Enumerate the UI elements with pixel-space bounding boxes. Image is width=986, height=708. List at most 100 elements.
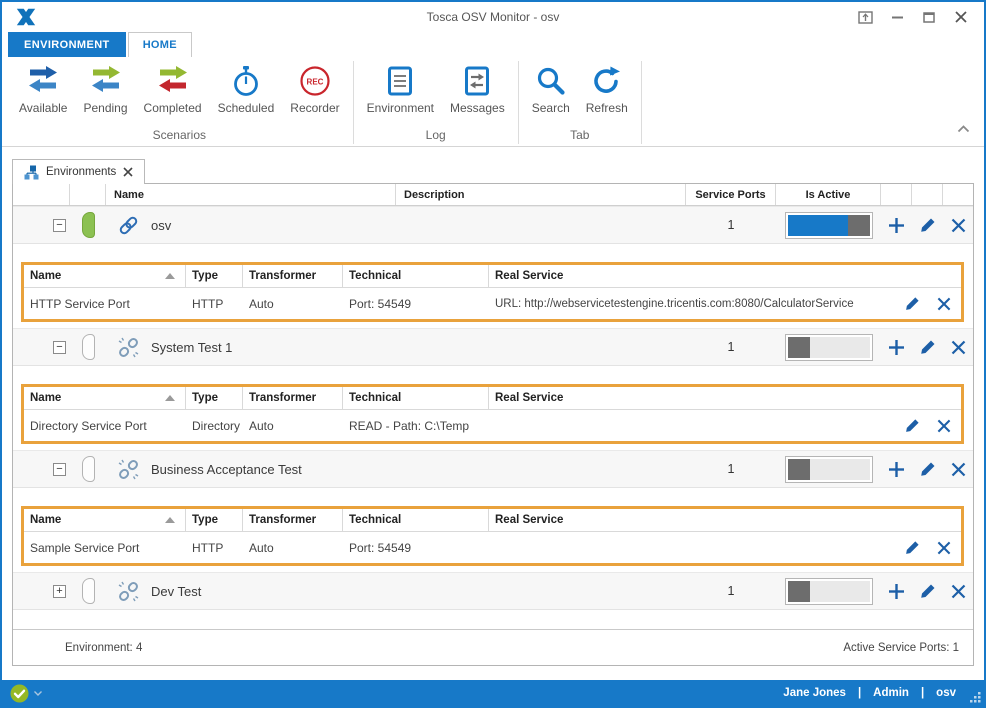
group-label-scenarios: Scenarios bbox=[12, 125, 347, 144]
status-ok-icon[interactable] bbox=[10, 684, 29, 703]
grid-empty-area bbox=[13, 610, 973, 629]
add-service-port-button[interactable] bbox=[885, 457, 909, 481]
completed-button[interactable]: Completed bbox=[137, 61, 209, 117]
port-type: HTTP bbox=[186, 541, 243, 555]
recorder-button[interactable]: REC Recorder bbox=[283, 61, 346, 117]
tab-home[interactable]: HOME bbox=[128, 32, 192, 57]
add-service-port-button[interactable] bbox=[885, 213, 909, 237]
is-active-toggle[interactable] bbox=[785, 578, 873, 605]
port-header-real-service[interactable]: Real Service bbox=[489, 509, 897, 531]
pending-sync-icon bbox=[88, 63, 124, 99]
refresh-button[interactable]: Refresh bbox=[579, 61, 635, 117]
service-port-table-system-test-1: Name Type Transformer Technical Real Ser… bbox=[21, 384, 964, 444]
edit-environment-button[interactable] bbox=[916, 579, 940, 603]
port-header-type[interactable]: Type bbox=[186, 265, 243, 287]
pending-button[interactable]: Pending bbox=[76, 61, 134, 117]
port-header-name[interactable]: Name bbox=[24, 509, 186, 531]
close-icon[interactable] bbox=[952, 9, 970, 25]
edit-port-button[interactable] bbox=[900, 292, 924, 316]
port-header-transformer[interactable]: Transformer bbox=[243, 265, 343, 287]
resize-grip[interactable] bbox=[969, 691, 981, 703]
ribbon-tab-strip: ENVIRONMENT HOME bbox=[2, 32, 984, 57]
expand-icon[interactable]: + bbox=[53, 585, 66, 598]
port-header-technical[interactable]: Technical bbox=[343, 265, 489, 287]
environment-log-button[interactable]: Environment bbox=[360, 61, 441, 117]
available-label: Available bbox=[19, 101, 67, 115]
search-button[interactable]: Search bbox=[525, 61, 577, 117]
collapse-ribbon-icon[interactable] bbox=[957, 120, 970, 138]
delete-port-button[interactable] bbox=[932, 414, 956, 438]
pending-label: Pending bbox=[83, 101, 127, 115]
messages-icon bbox=[461, 63, 493, 99]
unlinked-icon bbox=[118, 581, 139, 602]
environment-row-business-acceptance-test: − Business Acceptance Test bbox=[13, 450, 973, 488]
add-service-port-button[interactable] bbox=[885, 579, 909, 603]
header-is-active[interactable]: Is Active bbox=[776, 184, 881, 205]
tab-environments[interactable]: Environments bbox=[12, 159, 145, 184]
is-active-toggle[interactable] bbox=[785, 456, 873, 483]
port-header-row: Name Type Transformer Technical Real Ser… bbox=[24, 265, 961, 288]
header-description[interactable]: Description bbox=[396, 184, 686, 205]
environment-row-osv: − osv 1 bbox=[13, 206, 973, 244]
minimize-icon[interactable] bbox=[888, 9, 906, 25]
messages-label: Messages bbox=[450, 101, 505, 115]
delete-port-button[interactable] bbox=[932, 292, 956, 316]
status-chevron-down-icon[interactable] bbox=[34, 691, 42, 696]
available-button[interactable]: Available bbox=[12, 61, 74, 117]
tab-environment[interactable]: ENVIRONMENT bbox=[8, 32, 126, 57]
collapse-icon[interactable]: − bbox=[53, 341, 66, 354]
port-header-name[interactable]: Name bbox=[24, 387, 186, 409]
environment-log-label: Environment bbox=[367, 101, 434, 115]
delete-environment-button[interactable] bbox=[946, 457, 970, 481]
inactive-status-capsule bbox=[82, 578, 95, 604]
edit-environment-button[interactable] bbox=[916, 457, 940, 481]
pin-window-icon[interactable] bbox=[856, 9, 874, 25]
port-name: HTTP Service Port bbox=[24, 297, 186, 311]
is-active-toggle[interactable] bbox=[785, 334, 873, 361]
port-header-transformer[interactable]: Transformer bbox=[243, 387, 343, 409]
delete-environment-button[interactable] bbox=[946, 579, 970, 603]
add-service-port-button[interactable] bbox=[885, 335, 909, 359]
inactive-status-capsule bbox=[82, 334, 95, 360]
header-service-ports[interactable]: Service Ports bbox=[686, 184, 776, 205]
maximize-icon[interactable] bbox=[920, 9, 938, 25]
messages-button[interactable]: Messages bbox=[443, 61, 512, 117]
active-status-capsule bbox=[82, 212, 95, 238]
edit-port-button[interactable] bbox=[900, 536, 924, 560]
edit-environment-button[interactable] bbox=[916, 213, 940, 237]
port-header-name[interactable]: Name bbox=[24, 265, 186, 287]
ribbon: Available Pending bbox=[2, 57, 984, 147]
edit-environment-button[interactable] bbox=[916, 335, 940, 359]
delete-environment-button[interactable] bbox=[946, 213, 970, 237]
unlinked-icon bbox=[118, 459, 139, 480]
completed-label: Completed bbox=[144, 101, 202, 115]
delete-environment-button[interactable] bbox=[946, 335, 970, 359]
port-header-technical[interactable]: Technical bbox=[343, 387, 489, 409]
delete-port-button[interactable] bbox=[932, 536, 956, 560]
edit-port-button[interactable] bbox=[900, 414, 924, 438]
port-header-real-service[interactable]: Real Service bbox=[489, 265, 897, 287]
port-header-transformer[interactable]: Transformer bbox=[243, 509, 343, 531]
port-name: Directory Service Port bbox=[24, 419, 186, 433]
ribbon-group-scenarios: Available Pending bbox=[6, 61, 354, 144]
collapse-icon[interactable]: − bbox=[53, 219, 66, 232]
is-active-toggle[interactable] bbox=[785, 212, 873, 239]
environment-name: osv bbox=[151, 218, 171, 233]
port-transformer: Auto bbox=[243, 541, 343, 555]
close-tab-icon[interactable] bbox=[123, 167, 133, 177]
environment-row-system-test-1: − System Test 1 bbox=[13, 328, 973, 366]
collapse-icon[interactable]: − bbox=[53, 463, 66, 476]
scheduled-button[interactable]: Scheduled bbox=[211, 61, 282, 117]
port-header-technical[interactable]: Technical bbox=[343, 509, 489, 531]
environment-name: Dev Test bbox=[151, 584, 201, 599]
port-header-real-service[interactable]: Real Service bbox=[489, 387, 897, 409]
inactive-status-capsule bbox=[82, 456, 95, 482]
header-status-col bbox=[70, 184, 106, 205]
port-header-type[interactable]: Type bbox=[186, 387, 243, 409]
sort-asc-icon bbox=[165, 273, 175, 279]
port-real-service: URL: http://webservicetestengine.tricent… bbox=[489, 298, 897, 310]
port-header-type[interactable]: Type bbox=[186, 509, 243, 531]
header-name[interactable]: Name bbox=[106, 184, 396, 205]
grid-summary-bar: Environment: 4 Active Service Ports: 1 bbox=[13, 629, 973, 665]
window-title: Tosca OSV Monitor - osv bbox=[2, 10, 984, 24]
